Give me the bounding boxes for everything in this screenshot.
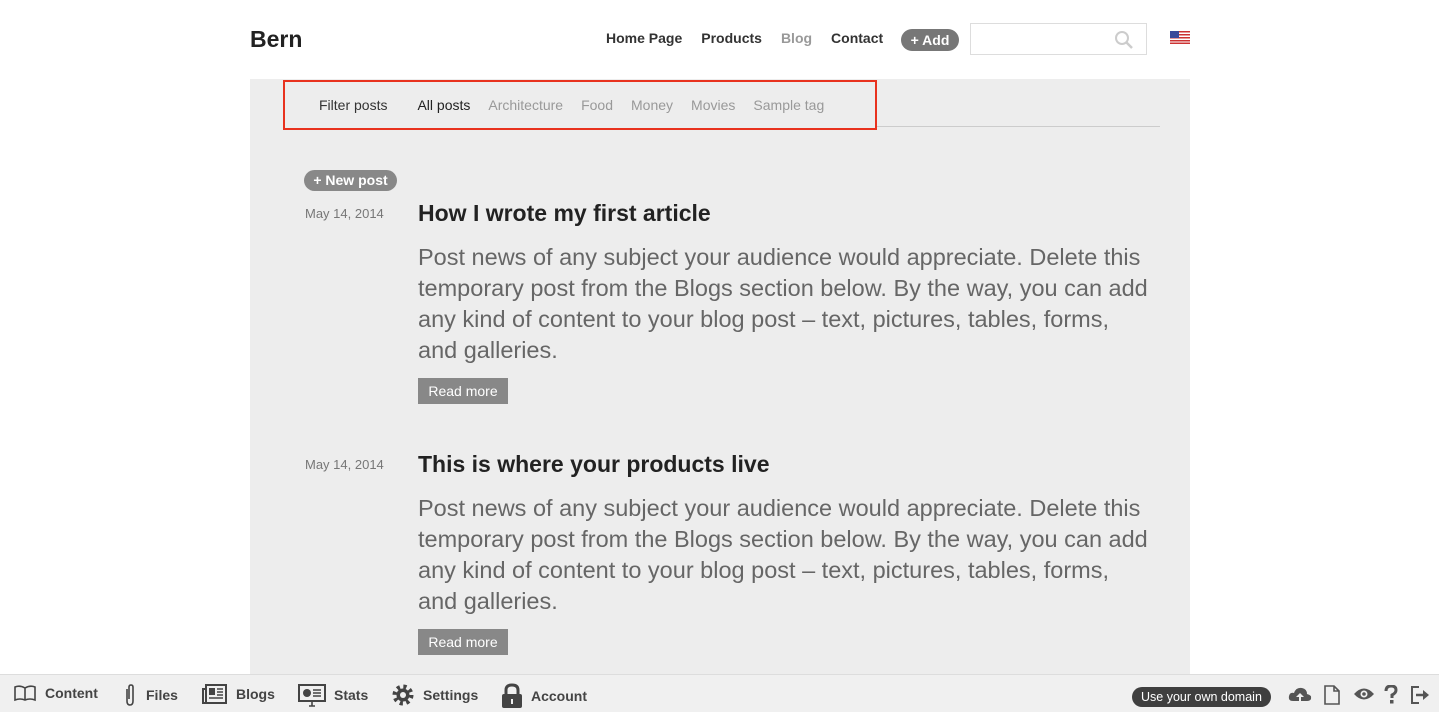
post-date: May 14, 2014 <box>305 206 384 221</box>
nav-blog[interactable]: Blog <box>781 30 812 46</box>
main-nav: Home Page Products Blog Contact <box>606 30 883 46</box>
filter-tag-all-posts[interactable]: All posts <box>417 97 470 113</box>
toolbar-blogs[interactable]: Blogs <box>202 683 275 705</box>
toolbar-files[interactable]: Files <box>122 683 178 707</box>
filter-bar: Filter posts All posts Architecture Food… <box>319 97 842 113</box>
search-input[interactable] <box>970 23 1147 55</box>
filter-tag-architecture[interactable]: Architecture <box>488 97 563 113</box>
post-date: May 14, 2014 <box>305 457 384 472</box>
filter-tag-money[interactable]: Money <box>631 97 673 113</box>
nav-products[interactable]: Products <box>701 30 762 46</box>
logout-icon[interactable] <box>1410 685 1430 705</box>
lock-icon <box>502 683 522 708</box>
site-logo[interactable]: Bern <box>250 26 302 53</box>
editor-toolbar: Content Files Blogs Stats Settings Accou… <box>0 674 1439 712</box>
nav-home[interactable]: Home Page <box>606 30 682 46</box>
filter-divider <box>877 126 1160 127</box>
paperclip-icon <box>126 684 134 706</box>
eye-icon[interactable] <box>1353 687 1375 701</box>
book-icon <box>14 685 36 702</box>
toolbar-settings[interactable]: Settings <box>391 683 478 707</box>
new-post-button[interactable]: + New post <box>304 170 397 191</box>
help-icon[interactable] <box>1384 685 1398 705</box>
toolbar-stats[interactable]: Stats <box>298 683 368 707</box>
toolbar-content[interactable]: Content <box>13 683 98 703</box>
newspaper-icon <box>202 684 227 704</box>
post-excerpt: Post news of any subject your audience w… <box>418 495 1148 614</box>
filter-tag-movies[interactable]: Movies <box>691 97 735 113</box>
gear-icon <box>392 684 414 706</box>
page-icon[interactable] <box>1324 685 1340 705</box>
cloud-upload-icon[interactable] <box>1288 685 1312 703</box>
nav-contact[interactable]: Contact <box>831 30 883 46</box>
filter-tag-food[interactable]: Food <box>581 97 613 113</box>
post-excerpt: Post news of any subject your audience w… <box>418 244 1148 363</box>
use-own-domain-button[interactable]: Use your own domain <box>1132 687 1271 707</box>
us-flag-icon[interactable] <box>1170 31 1190 44</box>
filter-label: Filter posts <box>319 97 388 113</box>
search-icon[interactable] <box>1114 30 1134 50</box>
filter-tag-sample-tag[interactable]: Sample tag <box>753 97 824 113</box>
post-title[interactable]: How I wrote my first article <box>418 200 711 227</box>
presentation-icon <box>298 684 326 707</box>
add-page-button[interactable]: + Add <box>901 29 959 51</box>
toolbar-account[interactable]: Account <box>501 683 587 709</box>
read-more-button[interactable]: Read more <box>418 378 508 404</box>
read-more-button[interactable]: Read more <box>418 629 508 655</box>
post-title[interactable]: This is where your products live <box>418 451 769 478</box>
